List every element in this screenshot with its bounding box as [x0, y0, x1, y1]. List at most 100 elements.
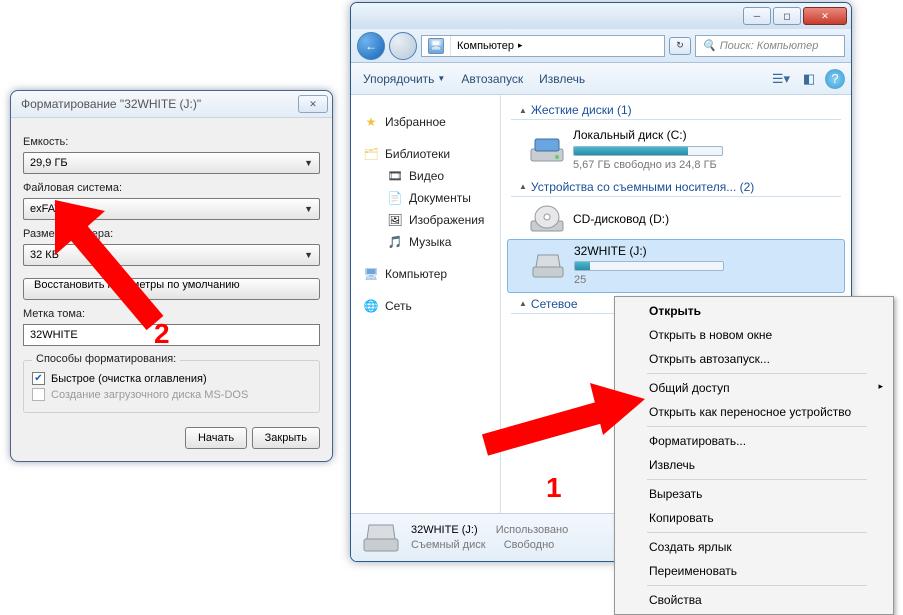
drive-c-sub: 5,67 ГБ свободно из 24,8 ГБ: [573, 158, 723, 172]
cluster-combo[interactable]: 32 КБ ▼: [23, 244, 320, 266]
tree-video[interactable]: 🎞Видео: [355, 165, 496, 187]
minimize-icon[interactable]: ─: [743, 7, 771, 25]
video-icon: 🎞: [387, 168, 403, 184]
chevron-down-icon: ▼: [304, 158, 313, 168]
nav-tree[interactable]: ★Избранное 🗂Библиотеки 🎞Видео 📄Документы…: [351, 95, 501, 513]
format-options-group: Способы форматирования: ✔ Быстрое (очист…: [23, 360, 320, 413]
status-used-label: Использовано: [496, 523, 568, 537]
capacity-value: 29,9 ГБ: [30, 157, 68, 169]
forward-button: →: [389, 32, 417, 60]
ctx-open-autorun[interactable]: Открыть автозапуск...: [617, 347, 891, 371]
star-icon: ★: [363, 114, 379, 130]
tree-images[interactable]: 🖼Изображения: [355, 209, 496, 231]
ctx-share[interactable]: Общий доступ: [617, 376, 891, 400]
network-icon: 🌐: [363, 298, 379, 314]
filesystem-value: exFAT: [30, 203, 61, 215]
ctx-properties[interactable]: Свойства: [617, 588, 891, 612]
volume-label: Метка тома:: [23, 308, 320, 320]
drive-j[interactable]: 32WHITE (J:) 25: [507, 239, 845, 293]
tree-music[interactable]: 🎵Музыка: [355, 231, 496, 253]
group-title: Способы форматирования:: [32, 353, 180, 365]
dialog-titlebar[interactable]: Форматирование "32WHITE (J:)" ✕: [11, 91, 332, 118]
eject-button[interactable]: Извлечь: [533, 68, 591, 90]
cd-icon: [529, 205, 565, 235]
volume-input[interactable]: 32WHITE: [23, 324, 320, 346]
chevron-right-icon: ▸: [518, 40, 523, 51]
close-icon[interactable]: ✕: [803, 7, 847, 25]
checkbox-icon: [32, 388, 45, 401]
tree-network[interactable]: 🌐Сеть: [355, 295, 496, 317]
capacity-label: Емкость:: [23, 136, 320, 148]
ctx-rename[interactable]: Переименовать: [617, 559, 891, 583]
dialog-title: Форматирование "32WHITE (J:)": [21, 97, 201, 111]
address-bar[interactable]: 🖥 Компьютер ▸: [421, 35, 665, 57]
refresh-icon[interactable]: ↻: [669, 37, 691, 55]
maximize-icon[interactable]: ◻: [773, 7, 801, 25]
close-button[interactable]: Закрыть: [252, 427, 320, 449]
breadcrumb-segment[interactable]: Компьютер ▸: [451, 36, 528, 56]
close-icon[interactable]: ✕: [298, 95, 328, 113]
context-menu[interactable]: Открыть Открыть в новом окне Открыть авт…: [614, 296, 894, 615]
organize-button[interactable]: Упорядочить▼: [357, 68, 451, 90]
ctx-copy[interactable]: Копировать: [617, 506, 891, 530]
tree-libraries[interactable]: 🗂Библиотеки: [355, 143, 496, 165]
search-icon: 🔍: [702, 39, 716, 52]
group-removable[interactable]: ▲Устройства со съемными носителя... (2): [507, 176, 845, 196]
quick-format-checkbox[interactable]: ✔ Быстрое (очистка оглавления): [32, 372, 311, 385]
images-icon: 🖼: [387, 212, 403, 228]
chevron-down-icon: ▼: [304, 250, 313, 260]
drive-j-title: 32WHITE (J:): [574, 244, 724, 260]
status-type: Съемный диск: [411, 538, 486, 552]
msdos-boot-checkbox: Создание загрузочного диска MS-DOS: [32, 388, 311, 401]
annotation-number-1: 1: [546, 472, 562, 504]
autoplay-button[interactable]: Автозапуск: [455, 68, 529, 90]
hdd-icon: [529, 135, 565, 165]
removable-drive-icon: [361, 520, 401, 556]
toolbar: Упорядочить▼ Автозапуск Извлечь ☰▾ ◧ ?: [351, 63, 851, 95]
ctx-cut[interactable]: Вырезать: [617, 482, 891, 506]
window-titlebar[interactable]: ─ ◻ ✕: [351, 3, 851, 29]
documents-icon: 📄: [387, 190, 403, 206]
ctx-eject[interactable]: Извлечь: [617, 453, 891, 477]
restore-defaults-button[interactable]: Восстановить параметры по умолчанию: [23, 278, 320, 300]
group-hard-disks[interactable]: ▲Жесткие диски (1): [507, 99, 845, 119]
tree-documents[interactable]: 📄Документы: [355, 187, 496, 209]
ctx-portable[interactable]: Открыть как переносное устройство: [617, 400, 891, 424]
annotation-number-2: 2: [154, 318, 170, 350]
back-button[interactable]: ←: [357, 32, 385, 60]
collapse-icon: ▲: [519, 182, 527, 191]
tree-favorites[interactable]: ★Избранное: [355, 111, 496, 133]
libraries-icon: 🗂: [363, 146, 379, 162]
ctx-open[interactable]: Открыть: [617, 299, 891, 323]
view-icon[interactable]: ☰▾: [769, 68, 793, 90]
cluster-value: 32 КБ: [30, 249, 59, 261]
help-icon[interactable]: ?: [825, 69, 845, 89]
drive-d[interactable]: CD-дисковод (D:): [507, 201, 845, 239]
ctx-open-new-window[interactable]: Открыть в новом окне: [617, 323, 891, 347]
computer-icon: 🖥: [428, 38, 444, 54]
filesystem-combo[interactable]: exFAT ▼: [23, 198, 320, 220]
drive-c-title: Локальный диск (C:): [573, 128, 723, 144]
music-icon: 🎵: [387, 234, 403, 250]
status-title: 32WHITE (J:): [411, 523, 478, 537]
cluster-label: Размер кластера:: [23, 228, 320, 240]
drive-c[interactable]: Локальный диск (C:) 5,67 ГБ свободно из …: [507, 124, 845, 176]
search-input[interactable]: 🔍 Поиск: Компьютер: [695, 35, 845, 57]
capacity-combo[interactable]: 29,9 ГБ ▼: [23, 152, 320, 174]
filesystem-label: Файловая система:: [23, 182, 320, 194]
collapse-icon: ▲: [519, 106, 527, 115]
ctx-format[interactable]: Форматировать...: [617, 429, 891, 453]
tree-computer[interactable]: 🖥Компьютер: [355, 263, 496, 285]
drive-c-usage-bar: [573, 146, 723, 156]
removable-drive-icon: [530, 251, 566, 281]
ctx-create-shortcut[interactable]: Создать ярлык: [617, 535, 891, 559]
caret-down-icon: ▼: [437, 74, 445, 83]
start-button[interactable]: Начать: [185, 427, 247, 449]
collapse-icon: ▲: [519, 299, 527, 308]
drive-d-title: CD-дисковод (D:): [573, 212, 669, 228]
nav-bar: ← → 🖥 Компьютер ▸ ↻ 🔍 Поиск: Компьютер: [351, 29, 851, 63]
drive-j-sub: 25: [574, 273, 724, 287]
drive-j-usage-bar: [574, 261, 724, 271]
preview-pane-icon[interactable]: ◧: [797, 68, 821, 90]
status-free-label: Свободно: [504, 538, 555, 552]
